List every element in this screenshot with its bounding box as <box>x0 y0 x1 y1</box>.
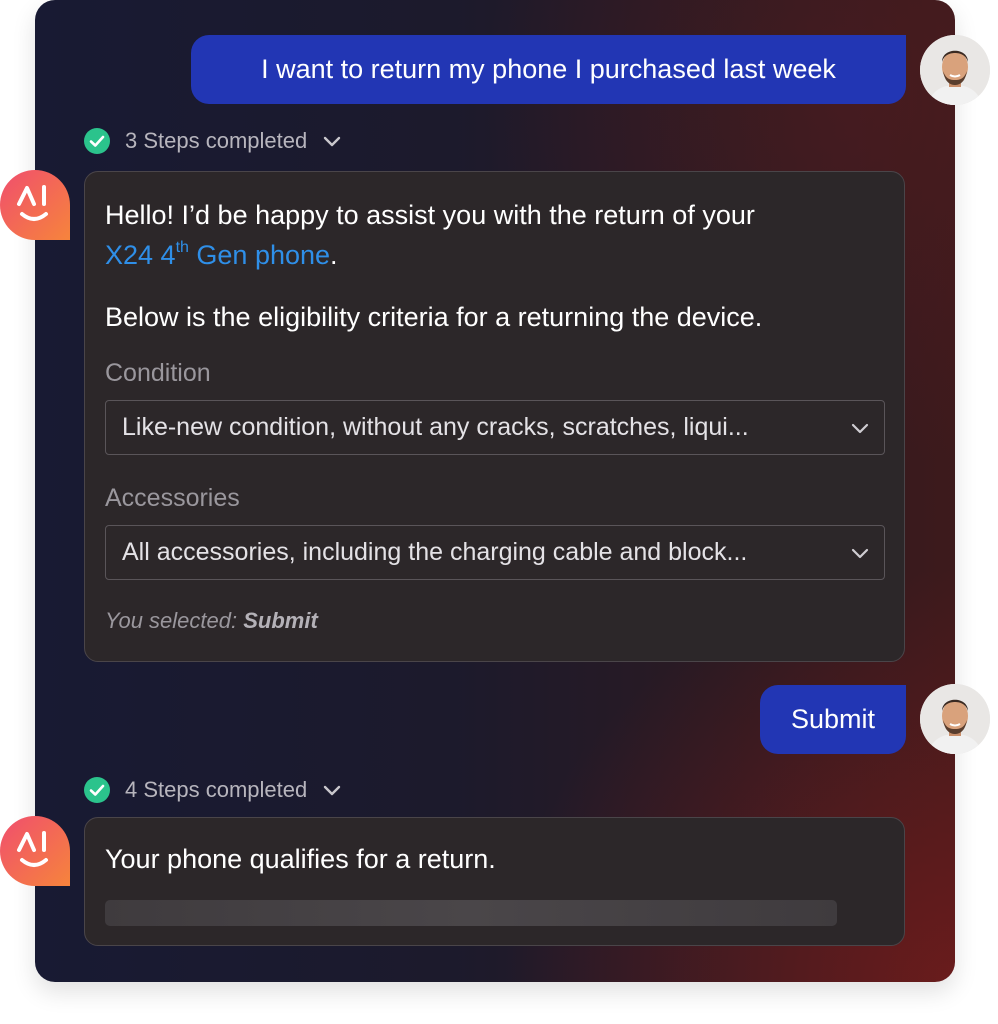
user-message-text: Submit <box>790 704 876 734</box>
user-message-bubble: Submit <box>760 685 906 754</box>
user-avatar <box>920 684 990 754</box>
selected-note: You selected: Submit <box>105 608 318 634</box>
ai-message-card: Your phone qualifies for a return. <box>84 817 905 946</box>
period-text: . <box>330 240 338 270</box>
product-link[interactable]: X24 4th Gen phone <box>105 239 331 270</box>
product-link-sup: th <box>175 239 189 256</box>
accessories-select-value: All accessories, including the charging … <box>122 538 748 566</box>
ai-message-card: Hello! I’d be happy to assist you with t… <box>84 171 905 662</box>
chevron-down-icon[interactable] <box>321 130 343 152</box>
chevron-down-icon[interactable] <box>321 779 343 801</box>
ai-qualifies-text: Your phone qualifies for a return. <box>105 844 496 874</box>
accessories-select[interactable]: All accessories, including the charging … <box>105 525 885 580</box>
ai-logo-icon <box>0 816 70 886</box>
check-circle-icon <box>84 128 110 154</box>
selected-prefix: You selected: <box>105 608 244 633</box>
steps-completed-toggle[interactable]: 4 Steps completed <box>83 776 343 804</box>
avatar-image <box>920 35 990 105</box>
condition-label: Condition <box>105 359 211 387</box>
chevron-down-icon <box>851 548 869 559</box>
loading-skeleton <box>105 900 837 926</box>
accessories-label: Accessories <box>105 484 240 512</box>
user-message-bubble: I want to return my phone I purchased la… <box>191 35 906 104</box>
chevron-down-icon <box>851 423 869 434</box>
ai-greeting-line-2: X24 4th Gen phone. <box>105 239 338 271</box>
product-link-rest: Gen phone <box>188 240 331 270</box>
ai-greeting-text: Hello! I’d be happy to assist you with t… <box>105 200 755 230</box>
user-message-text: I want to return my phone I purchased la… <box>261 54 836 84</box>
criteria-intro-text: Below is the eligibility criteria for a … <box>105 302 763 332</box>
steps-completed-label: 3 Steps completed <box>125 128 308 153</box>
selected-value: Submit <box>243 608 318 633</box>
condition-select[interactable]: Like-new condition, without any cracks, … <box>105 400 885 455</box>
user-avatar <box>920 35 990 105</box>
avatar-image <box>920 684 990 754</box>
steps-completed-label: 4 Steps completed <box>125 777 308 802</box>
condition-select-value: Like-new condition, without any cracks, … <box>122 413 749 441</box>
ai-logo-icon <box>0 170 70 240</box>
product-link-name: X24 4 <box>105 240 176 270</box>
steps-completed-toggle[interactable]: 3 Steps completed <box>83 127 343 155</box>
check-circle-icon <box>84 777 110 803</box>
